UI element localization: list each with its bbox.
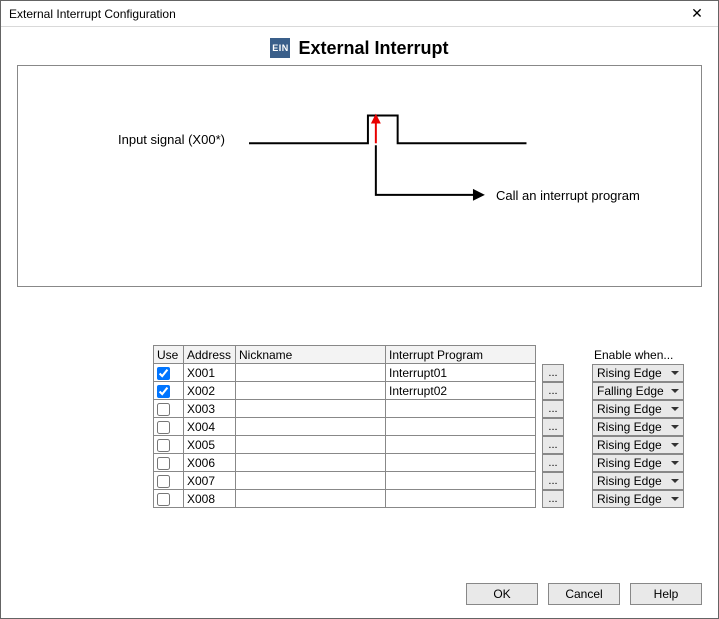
cell-address: X003: [184, 400, 236, 418]
cell-use: [154, 418, 184, 436]
timing-diagram: Input signal (X00*) Call an interrupt pr…: [17, 65, 702, 287]
browse-button[interactable]: ...: [542, 418, 564, 436]
browse-button[interactable]: ...: [542, 454, 564, 472]
col-header-use: Use: [154, 346, 184, 364]
cell-use: [154, 490, 184, 508]
use-checkbox[interactable]: [157, 367, 170, 380]
table-row: X004: [154, 418, 536, 436]
cell-nickname[interactable]: [236, 472, 386, 490]
edge-select[interactable]: Rising Edge: [592, 436, 684, 454]
cell-address: X005: [184, 436, 236, 454]
cell-interrupt-program[interactable]: [386, 490, 536, 508]
titlebar: External Interrupt Configuration ✕: [1, 1, 718, 27]
call-interrupt-label: Call an interrupt program: [496, 188, 640, 203]
cell-interrupt-program[interactable]: [386, 418, 536, 436]
ein-icon: EIN: [270, 38, 290, 58]
cell-use: [154, 400, 184, 418]
cell-nickname[interactable]: [236, 382, 386, 400]
browse-button[interactable]: ...: [542, 436, 564, 454]
edge-select[interactable]: Falling Edge: [592, 382, 684, 400]
cell-use: [154, 454, 184, 472]
cell-nickname[interactable]: [236, 364, 386, 382]
browse-button[interactable]: ...: [542, 490, 564, 508]
cell-address: X006: [184, 454, 236, 472]
cell-interrupt-program[interactable]: [386, 454, 536, 472]
use-checkbox[interactable]: [157, 439, 170, 452]
close-button[interactable]: ✕: [676, 1, 718, 27]
table-row: X003: [154, 400, 536, 418]
browse-button[interactable]: ...: [542, 364, 564, 382]
col-header-iprog: Interrupt Program: [386, 346, 536, 364]
cancel-button[interactable]: Cancel: [548, 583, 620, 605]
timing-diagram-svg: [18, 66, 701, 286]
edge-select[interactable]: Rising Edge: [592, 400, 684, 418]
table-row: X007: [154, 472, 536, 490]
cell-address: X008: [184, 490, 236, 508]
dialog-header: EIN External Interrupt: [1, 27, 718, 63]
use-checkbox[interactable]: [157, 493, 170, 506]
use-checkbox[interactable]: [157, 403, 170, 416]
browse-button[interactable]: ...: [542, 400, 564, 418]
browse-button[interactable]: ...: [542, 382, 564, 400]
cell-use: [154, 382, 184, 400]
cell-nickname[interactable]: [236, 490, 386, 508]
table-row: X008: [154, 490, 536, 508]
browse-column: ........................: [542, 345, 564, 508]
enable-when-column: Enable when... Rising EdgeFalling EdgeRi…: [592, 345, 684, 508]
col-header-addr: Address: [184, 346, 236, 364]
edge-select[interactable]: Rising Edge: [592, 472, 684, 490]
help-button[interactable]: Help: [630, 583, 702, 605]
cell-use: [154, 472, 184, 490]
cell-nickname[interactable]: [236, 400, 386, 418]
cell-interrupt-program[interactable]: [386, 436, 536, 454]
browse-button[interactable]: ...: [542, 472, 564, 490]
cell-address: X004: [184, 418, 236, 436]
cell-address: X002: [184, 382, 236, 400]
cell-nickname[interactable]: [236, 454, 386, 472]
table-row: X001 Interrupt01: [154, 364, 536, 382]
cell-interrupt-program[interactable]: Interrupt01: [386, 364, 536, 382]
use-checkbox[interactable]: [157, 457, 170, 470]
col-header-nick: Nickname: [236, 346, 386, 364]
dialog-button-row: OK Cancel Help: [466, 583, 702, 605]
edge-select[interactable]: Rising Edge: [592, 418, 684, 436]
window-title: External Interrupt Configuration: [9, 7, 176, 21]
use-checkbox[interactable]: [157, 475, 170, 488]
use-checkbox[interactable]: [157, 421, 170, 434]
interrupt-table-area: Use Address Nickname Interrupt Program X…: [17, 345, 702, 508]
edge-select[interactable]: Rising Edge: [592, 364, 684, 382]
close-icon: ✕: [691, 5, 703, 22]
input-signal-label: Input signal (X00*): [118, 132, 225, 147]
cell-address: X001: [184, 364, 236, 382]
cell-use: [154, 364, 184, 382]
cell-interrupt-program[interactable]: [386, 472, 536, 490]
table-row: X002 Interrupt02: [154, 382, 536, 400]
dialog-title: External Interrupt: [298, 38, 448, 59]
cell-nickname[interactable]: [236, 436, 386, 454]
cell-interrupt-program[interactable]: [386, 400, 536, 418]
ok-button[interactable]: OK: [466, 583, 538, 605]
table-row: X005: [154, 436, 536, 454]
edge-select[interactable]: Rising Edge: [592, 454, 684, 472]
table-row: X006: [154, 454, 536, 472]
cell-nickname[interactable]: [236, 418, 386, 436]
use-checkbox[interactable]: [157, 385, 170, 398]
cell-use: [154, 436, 184, 454]
enable-when-header: Enable when...: [592, 345, 684, 364]
interrupt-table: Use Address Nickname Interrupt Program X…: [153, 345, 536, 508]
cell-interrupt-program[interactable]: Interrupt02: [386, 382, 536, 400]
cell-address: X007: [184, 472, 236, 490]
edge-select[interactable]: Rising Edge: [592, 490, 684, 508]
